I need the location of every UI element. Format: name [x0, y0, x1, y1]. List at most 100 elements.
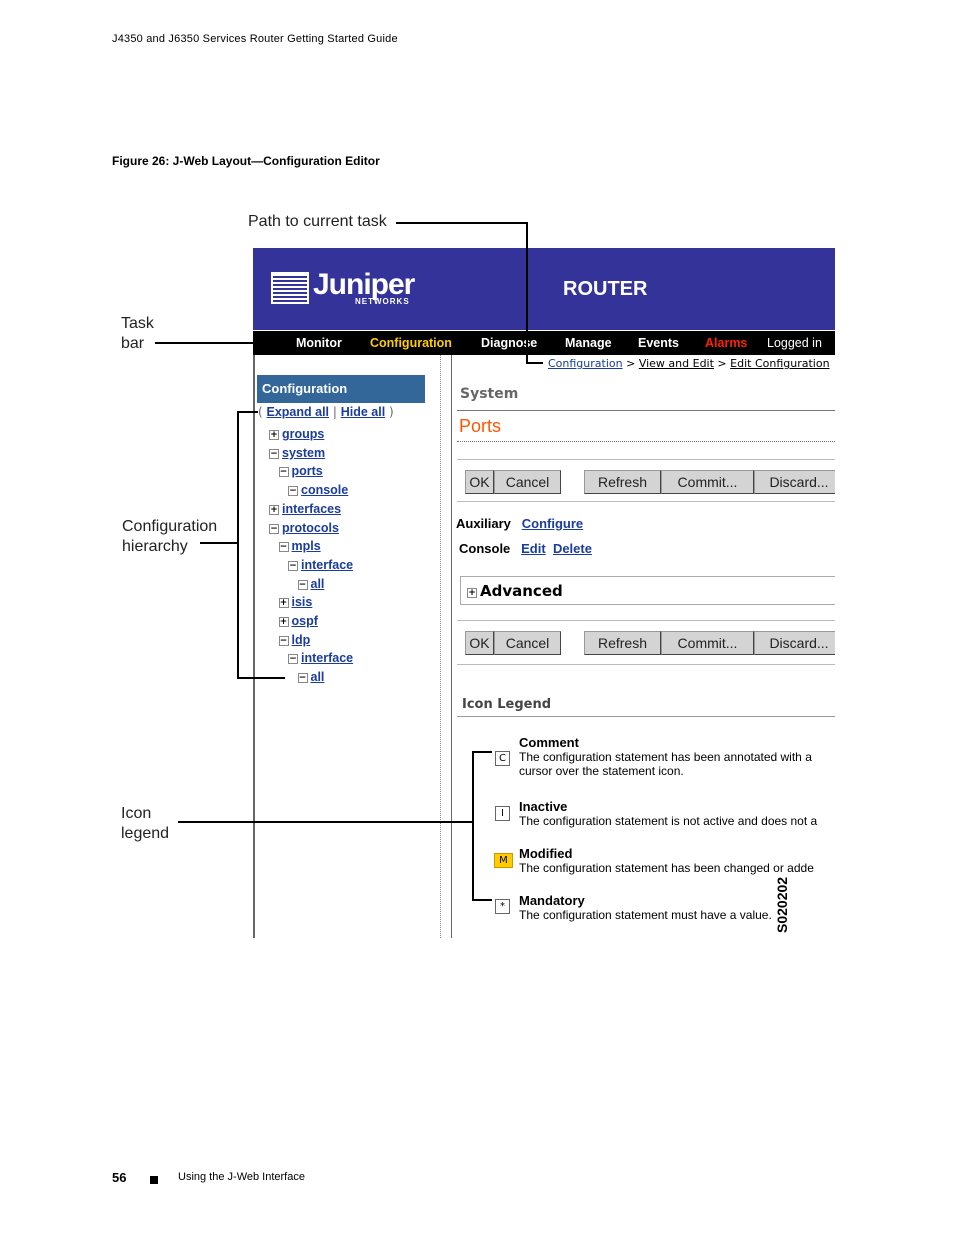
delete-link[interactable]: Delete — [553, 541, 592, 556]
legend-item-text: The configuration statement has been cha… — [519, 861, 814, 875]
hide-all-link[interactable]: Hide all — [341, 405, 385, 419]
legend-item-text: The configuration statement has been ann… — [519, 750, 812, 764]
tree-node-link[interactable]: isis — [292, 595, 313, 609]
tree-node[interactable]: − ports — [278, 460, 323, 479]
tree-node-link[interactable]: console — [301, 483, 348, 497]
advanced-section[interactable]: + Advanced — [460, 576, 835, 605]
collapse-icon[interactable]: − — [269, 448, 279, 459]
collapse-icon[interactable]: − — [297, 673, 308, 684]
tree-node[interactable]: − all — [297, 666, 325, 685]
legend-inactive: Inactive The configuration statement is n… — [519, 799, 817, 828]
tree-node[interactable]: − system — [269, 442, 325, 461]
callout-line: hierarchy — [122, 538, 188, 555]
console-label: Console — [459, 541, 511, 556]
collapse-icon[interactable]: − — [269, 523, 279, 534]
legend-item-title: Inactive — [519, 799, 568, 814]
collapse-icon[interactable]: − — [288, 486, 298, 497]
expand-all-link[interactable]: Expand all — [267, 405, 330, 419]
legend-item-title: Modified — [519, 846, 573, 861]
expand-icon[interactable]: + — [278, 598, 289, 609]
tree-node[interactable]: + ospf — [278, 610, 318, 629]
refresh-button[interactable]: Refresh — [584, 631, 661, 655]
modified-icon: M — [494, 853, 513, 868]
figure-caption: Figure 26: J-Web Layout—Configuration Ed… — [112, 154, 380, 168]
footer-bullet-icon — [150, 1176, 158, 1184]
expand-icon[interactable]: + — [269, 504, 279, 515]
task-events[interactable]: Events — [638, 336, 679, 350]
tree-node[interactable]: − mpls — [278, 535, 321, 554]
tree-node-link[interactable]: all — [311, 577, 325, 591]
divider — [457, 501, 835, 502]
tree-node-link[interactable]: system — [282, 446, 325, 460]
device-name: ROUTER — [563, 278, 648, 300]
task-monitor[interactable]: Monitor — [296, 336, 342, 350]
divider — [457, 441, 835, 442]
tree-node[interactable]: − protocols — [269, 517, 339, 536]
edit-link[interactable]: Edit — [521, 541, 546, 556]
expand-icon[interactable]: + — [467, 588, 477, 598]
commit-button[interactable]: Commit... — [661, 631, 754, 655]
task-configuration[interactable]: Configuration — [370, 336, 452, 350]
task-bar: Monitor Configuration Diagnose Manage Ev… — [253, 331, 835, 355]
callout-task-bar: Task bar — [121, 314, 154, 354]
legend-comment: Comment The configuration statement has b… — [519, 735, 812, 778]
callout-path: Path to current task — [248, 213, 387, 230]
discard-button[interactable]: Discard... — [754, 470, 835, 494]
task-manage[interactable]: Manage — [565, 336, 612, 350]
divider — [457, 716, 835, 717]
mandatory-icon: * — [495, 899, 510, 914]
tree-header: Configuration — [257, 375, 425, 403]
tree-node-link[interactable]: ospf — [292, 614, 318, 628]
refresh-button[interactable]: Refresh — [584, 470, 661, 494]
tree-node-link[interactable]: all — [311, 670, 325, 684]
commit-button[interactable]: Commit... — [661, 470, 754, 494]
comment-icon: C — [495, 751, 510, 766]
tree-node-link[interactable]: ports — [292, 464, 323, 478]
discard-button[interactable]: Discard... — [754, 631, 835, 655]
tree-node-link[interactable]: groups — [282, 427, 324, 441]
tree-node-link[interactable]: protocols — [282, 521, 339, 535]
tree-node-link[interactable]: mpls — [292, 539, 321, 553]
legend-modified: Modified The configuration statement has … — [519, 846, 814, 875]
jweb-screenshot: Juniper NETWORKS ROUTER Monitor Configura… — [253, 248, 835, 938]
tree-node[interactable]: − all — [297, 573, 325, 592]
tree-node-link[interactable]: interface — [301, 558, 353, 572]
running-header: J4350 and J6350 Services Router Getting … — [112, 33, 398, 45]
collapse-icon[interactable]: − — [278, 542, 289, 553]
expand-icon[interactable]: + — [269, 430, 279, 440]
callout-line: Task — [121, 315, 154, 332]
configure-link[interactable]: Configure — [522, 516, 583, 531]
task-alarms[interactable]: Alarms — [705, 336, 747, 350]
legend-item-text: The configuration statement is not activ… — [519, 814, 818, 828]
tree-node[interactable]: + isis — [278, 591, 313, 610]
banner: Juniper NETWORKS ROUTER — [253, 248, 835, 330]
section-title: System — [460, 386, 519, 402]
collapse-icon[interactable]: − — [278, 467, 289, 478]
tree-node[interactable]: − ldp — [278, 629, 311, 648]
tree-node[interactable]: + interfaces — [269, 498, 341, 517]
collapse-icon[interactable]: − — [288, 654, 298, 665]
tree-node[interactable]: − interface — [288, 647, 353, 666]
callout-line: Configuration — [122, 518, 218, 535]
task-diagnose[interactable]: Diagnose — [481, 336, 537, 350]
tree-node-link[interactable]: interfaces — [282, 502, 341, 516]
page-number: 56 — [112, 1170, 127, 1185]
collapse-icon[interactable]: − — [288, 560, 298, 571]
collapse-icon[interactable]: − — [297, 579, 308, 590]
advanced-label: Advanced — [480, 582, 563, 600]
divider — [457, 459, 835, 460]
tree-node[interactable]: + groups — [269, 423, 324, 442]
cancel-button[interactable]: Cancel — [494, 631, 561, 655]
collapse-icon[interactable]: − — [278, 635, 289, 646]
tree-node-link[interactable]: ldp — [292, 633, 311, 647]
ok-button[interactable]: OK — [465, 631, 494, 655]
ok-button[interactable]: OK — [465, 470, 494, 494]
tree-node-link[interactable]: interface — [301, 651, 353, 665]
tree-node[interactable]: − interface — [288, 554, 353, 573]
juniper-logo: Juniper NETWORKS — [313, 268, 415, 306]
cancel-button[interactable]: Cancel — [494, 470, 561, 494]
tree-node[interactable]: − console — [288, 479, 348, 498]
callout-line: bar — [121, 335, 145, 352]
inactive-icon: I — [495, 806, 510, 821]
expand-icon[interactable]: + — [278, 617, 289, 627]
